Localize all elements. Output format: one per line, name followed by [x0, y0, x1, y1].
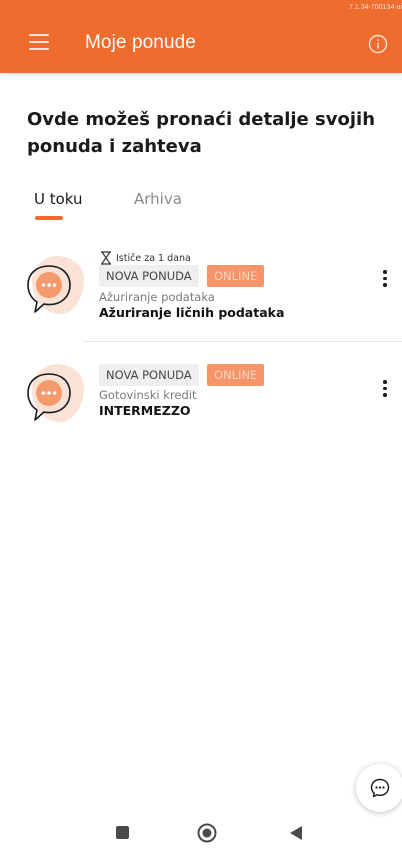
chat-button[interactable]: [356, 764, 402, 812]
offer-category: Ažuriranje podataka: [99, 290, 215, 304]
status-badge: NOVA PONUDA: [99, 265, 199, 287]
channel-badge: ONLINE: [207, 265, 265, 287]
page-title: Moje ponude: [85, 32, 196, 53]
info-icon[interactable]: [368, 34, 388, 54]
hourglass-icon: [101, 251, 111, 265]
system-navigation-bar: [0, 818, 402, 857]
offer-title: INTERMEZZO: [99, 403, 191, 418]
offer-avatar-icon: [24, 364, 86, 428]
recent-apps-icon[interactable]: [116, 826, 129, 839]
hamburger-menu-icon[interactable]: [29, 34, 49, 50]
more-vertical-icon[interactable]: [382, 270, 388, 288]
channel-badge: ONLINE: [207, 364, 265, 386]
home-icon[interactable]: [197, 823, 217, 843]
expiry-row: Ističe za 1 dana: [99, 251, 191, 265]
back-icon[interactable]: [289, 825, 303, 841]
status-badge: NOVA PONUDA: [99, 364, 199, 386]
offer-card[interactable]: NOVA PONUDA ONLINE Gotovinski kredit INT…: [0, 364, 402, 434]
chat-bubble-icon: [370, 778, 390, 798]
expiry-text: Ističe za 1 dana: [116, 252, 191, 264]
offer-title: Ažuriranje ličnih podataka: [99, 305, 285, 320]
divider: [84, 341, 402, 342]
active-tab-indicator: [35, 216, 63, 220]
page-headline: Ovde možeš pronaći detalje svojih ponuda…: [27, 109, 376, 157]
offer-avatar-icon: [24, 256, 86, 320]
app-bar: 7.1.34-700134-ui Moje ponude: [0, 0, 402, 73]
offer-card[interactable]: Ističe za 1 dana NOVA PONUDA ONLINE Ažur…: [0, 250, 402, 340]
offer-category: Gotovinski kredit: [99, 388, 197, 402]
tab-in-progress[interactable]: U toku: [34, 190, 83, 208]
more-vertical-icon[interactable]: [382, 380, 388, 398]
tab-archive[interactable]: Arhiva: [134, 190, 182, 208]
version-label: 7.1.34-700134-ui: [349, 4, 402, 11]
